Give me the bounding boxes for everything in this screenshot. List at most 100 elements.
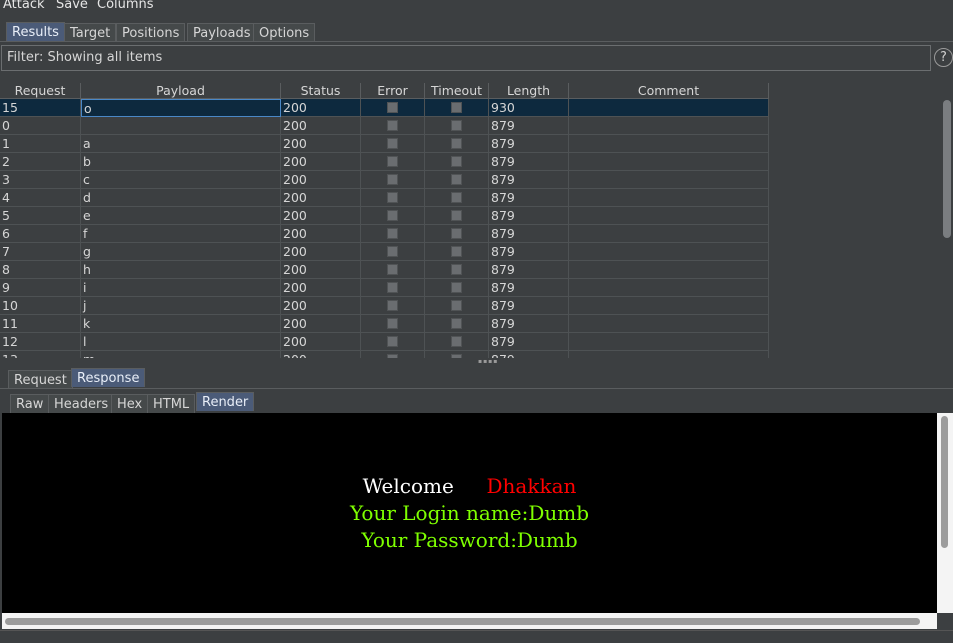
column-header-length[interactable]: Length xyxy=(489,83,569,99)
table-row[interactable]: 1 a 200 879 xyxy=(0,135,940,153)
welcome-text: Welcome xyxy=(362,474,454,498)
render-horizontal-scrollbar-thumb[interactable] xyxy=(5,618,920,625)
cell-error xyxy=(361,279,425,297)
cell-request: 5 xyxy=(0,207,81,225)
pane-splitter[interactable] xyxy=(0,359,953,364)
cell-request: 13 xyxy=(0,351,81,358)
username-text: Dhakkan xyxy=(486,474,577,498)
cell-length: 879 xyxy=(489,207,569,225)
cell-comment xyxy=(569,351,769,358)
column-header-status[interactable]: Status xyxy=(281,83,361,99)
table-row[interactable]: 5 e 200 879 xyxy=(0,207,940,225)
cell-timeout xyxy=(425,153,489,171)
cell-request: 12 xyxy=(0,333,81,351)
cell-error xyxy=(361,135,425,153)
timeout-checkbox xyxy=(451,210,462,221)
table-row[interactable]: 0 200 879 xyxy=(0,117,940,135)
tab-payloads[interactable]: Payloads xyxy=(187,23,257,42)
status-bar xyxy=(0,630,953,643)
cell-status: 200 xyxy=(281,333,361,351)
tab-positions[interactable]: Positions xyxy=(116,23,186,42)
table-row[interactable]: 6 f 200 879 xyxy=(0,225,940,243)
tab-hex[interactable]: Hex xyxy=(111,394,149,413)
error-checkbox xyxy=(387,120,398,131)
cell-length: 879 xyxy=(489,135,569,153)
cell-request: 10 xyxy=(0,297,81,315)
cell-comment xyxy=(569,333,769,351)
error-checkbox xyxy=(387,174,398,185)
cell-status: 200 xyxy=(281,243,361,261)
render-vertical-scrollbar-thumb[interactable] xyxy=(941,416,948,548)
cell-error xyxy=(361,153,425,171)
cell-status: 200 xyxy=(281,279,361,297)
cell-timeout xyxy=(425,243,489,261)
cell-error xyxy=(361,207,425,225)
column-header-payload[interactable]: Payload xyxy=(81,83,281,99)
table-row[interactable]: 9 i 200 879 xyxy=(0,279,940,297)
column-header-request[interactable]: Request xyxy=(0,83,81,99)
tab-options[interactable]: Options xyxy=(253,23,316,42)
tab-raw[interactable]: Raw xyxy=(10,394,50,413)
menu-attack[interactable]: Attack xyxy=(3,0,45,12)
tab-results[interactable]: Results xyxy=(6,22,65,41)
column-header-timeout[interactable]: Timeout xyxy=(425,83,489,99)
table-scrollbar-thumb[interactable] xyxy=(943,100,951,238)
cell-payload: d xyxy=(81,189,281,207)
cell-status: 200 xyxy=(281,261,361,279)
cell-request: 4 xyxy=(0,189,81,207)
cell-comment xyxy=(569,189,769,207)
cell-comment xyxy=(569,171,769,189)
login-name-line: Your Login name:Dumb xyxy=(349,501,590,525)
cell-error xyxy=(361,243,425,261)
timeout-checkbox xyxy=(451,102,462,113)
cell-length: 879 xyxy=(489,261,569,279)
tab-headers[interactable]: Headers xyxy=(48,394,115,413)
error-checkbox xyxy=(387,318,398,329)
cell-status: 200 xyxy=(281,315,361,333)
cell-request: 9 xyxy=(0,279,81,297)
menu-columns[interactable]: Columns xyxy=(97,0,154,12)
cell-request: 3 xyxy=(0,171,81,189)
cell-request: 1 xyxy=(0,135,81,153)
cell-timeout xyxy=(425,333,489,351)
cell-length: 879 xyxy=(489,243,569,261)
cell-comment xyxy=(569,135,769,153)
menu-save[interactable]: Save xyxy=(56,0,88,12)
help-icon[interactable]: ? xyxy=(934,48,953,67)
column-header-error[interactable]: Error xyxy=(361,83,425,99)
column-header-comment[interactable]: Comment xyxy=(569,83,769,99)
splitter-grip-icon[interactable]: ▪▪▪▪ xyxy=(478,359,497,365)
tab-request[interactable]: Request xyxy=(8,370,73,389)
error-checkbox xyxy=(387,300,398,311)
welcome-line: Welcome Dhakkan xyxy=(2,474,937,498)
tab-response[interactable]: Response xyxy=(71,368,146,387)
cell-status: 200 xyxy=(281,225,361,243)
error-checkbox xyxy=(387,264,398,275)
password-line: Your Password:Dumb xyxy=(361,528,578,552)
table-row[interactable]: 3 c 200 879 xyxy=(0,171,940,189)
cell-comment xyxy=(569,243,769,261)
cell-comment xyxy=(569,117,769,135)
table-row[interactable]: 8 h 200 879 xyxy=(0,261,940,279)
table-row[interactable]: 10 j 200 879 xyxy=(0,297,940,315)
cell-length: 879 xyxy=(489,297,569,315)
cell-timeout xyxy=(425,171,489,189)
tab-render[interactable]: Render xyxy=(196,392,255,411)
table-row[interactable]: 2 b 200 879 xyxy=(0,153,940,171)
table-row[interactable]: 7 g 200 879 xyxy=(0,243,940,261)
cell-request: 8 xyxy=(0,261,81,279)
cell-error xyxy=(361,117,425,135)
cell-request: 2 xyxy=(0,153,81,171)
table-row[interactable]: 12 l 200 879 xyxy=(0,333,940,351)
cell-timeout xyxy=(425,117,489,135)
table-row[interactable]: 11 k 200 879 xyxy=(0,315,940,333)
tab-html[interactable]: HTML xyxy=(147,394,196,413)
filter-bar[interactable]: Filter: Showing all items xyxy=(1,45,931,71)
table-row[interactable]: 15 o 200 930 xyxy=(0,99,940,117)
error-checkbox xyxy=(387,138,398,149)
tab-target[interactable]: Target xyxy=(64,23,117,42)
cell-payload: a xyxy=(81,135,281,153)
tab-divider xyxy=(0,41,953,42)
table-row[interactable]: 4 d 200 879 xyxy=(0,189,940,207)
table-row[interactable]: 13m200 879 xyxy=(0,351,940,358)
